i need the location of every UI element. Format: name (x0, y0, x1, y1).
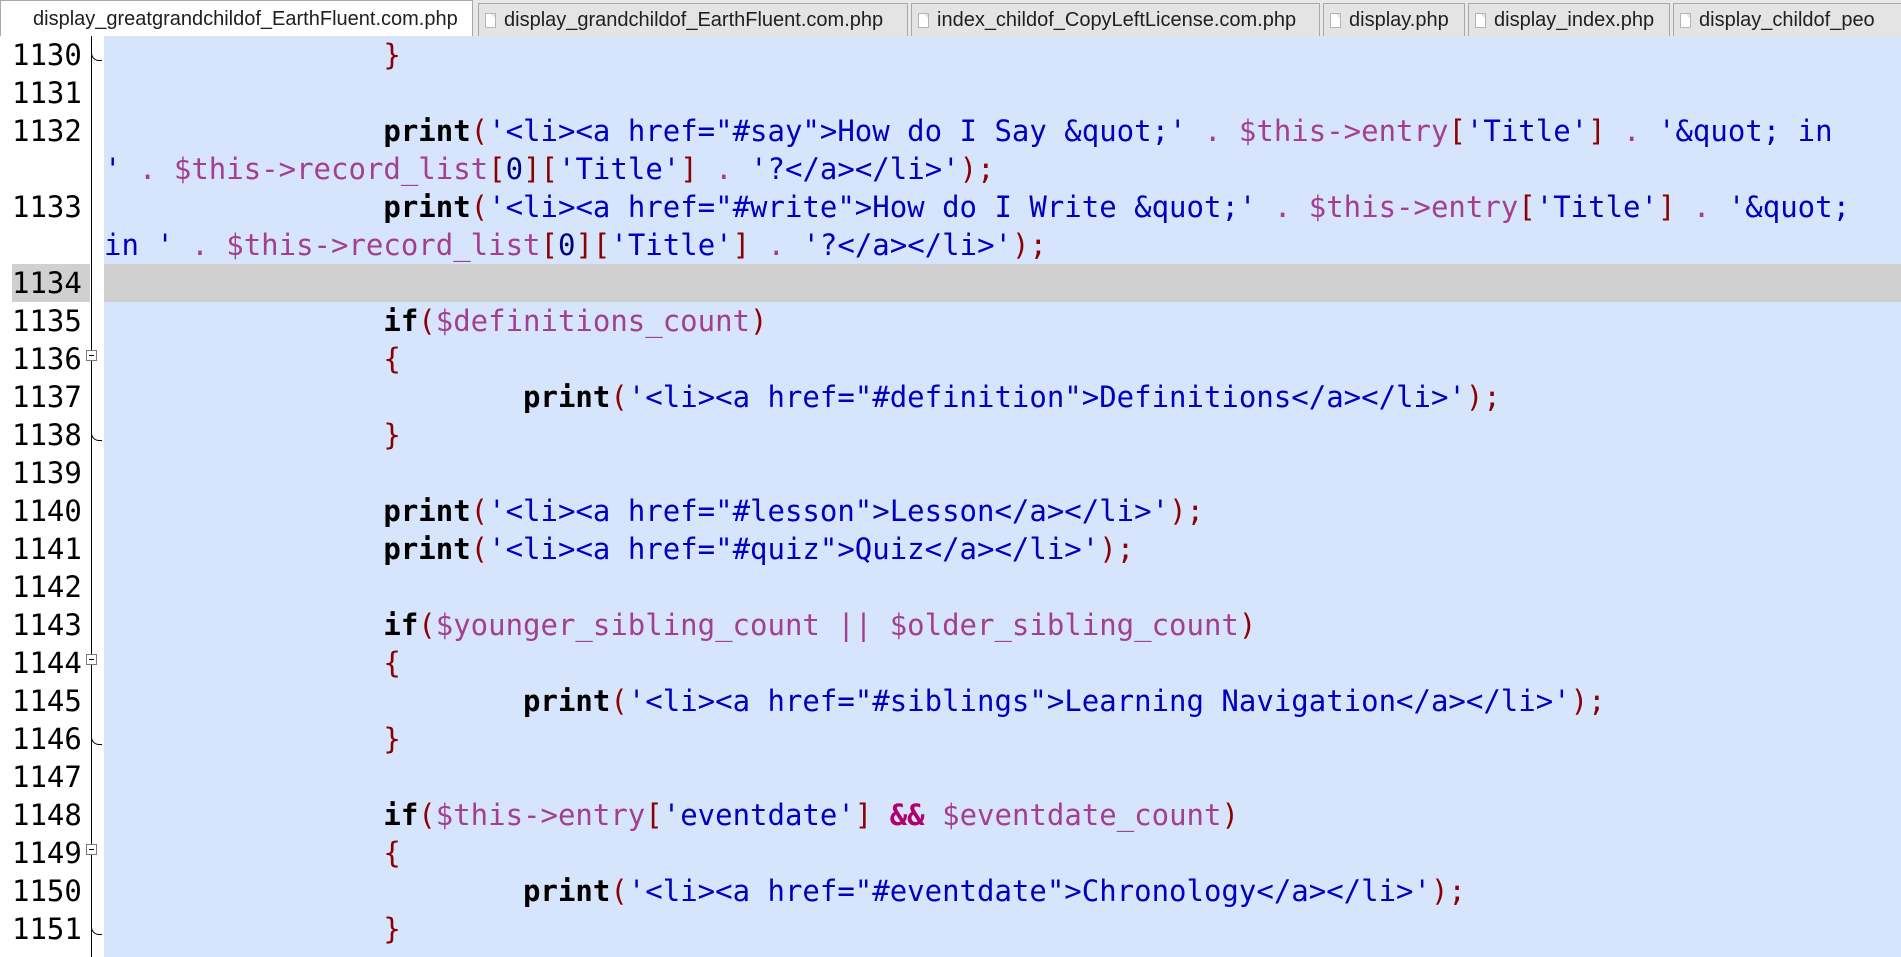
line-number: 1141 (12, 532, 82, 566)
line-number: 1139 (12, 456, 82, 490)
tab-index-childof-copyleftlicense[interactable]: index_childof_CopyLeftLicense.com.php (911, 3, 1320, 36)
tab-display-grandchildof-earthfluent[interactable]: display_grandchildof_EarthFluent.com.php (478, 3, 908, 36)
tab-label: index_childof_CopyLeftLicense.com.php (937, 8, 1297, 31)
fold-margin-line (91, 36, 92, 957)
tab-bar: display_greatgrandchildof_EarthFluent.co… (0, 0, 1901, 37)
tab-label: display.php (1349, 8, 1449, 31)
line-number: 1142 (12, 570, 82, 604)
line-number: 1135 (12, 304, 82, 338)
line-number: 1131 (12, 76, 82, 110)
fold-collapse-icon[interactable] (86, 350, 97, 361)
file-icon (1680, 12, 1691, 28)
line-number: 1137 (12, 380, 82, 414)
fold-collapse-icon[interactable] (86, 844, 97, 855)
code-line: if($definitions_count) (383, 304, 768, 338)
line-number: 1130 (12, 38, 82, 72)
tab-label: display_greatgrandchildof_EarthFluent.co… (33, 7, 458, 30)
tab-display-greatgrandchildof-earthfluent[interactable]: display_greatgrandchildof_EarthFluent.co… (0, 0, 473, 36)
code-line: print('<li><a href="#say">How do I Say &… (383, 114, 1833, 148)
tab-display[interactable]: display.php (1323, 3, 1465, 36)
code-line: { (383, 836, 401, 870)
line-number: 1133 (12, 190, 82, 224)
tab-display-childof-peo[interactable]: display_childof_peo (1673, 3, 1901, 36)
file-icon (918, 12, 929, 28)
code-line: print('<li><a href="#eventdate">Chronolo… (523, 874, 1466, 908)
code-line: if($younger_sibling_count || $older_sibl… (383, 608, 1257, 642)
line-number: 1132 (12, 114, 82, 148)
tab-label: display_grandchildof_EarthFluent.com.php (504, 8, 884, 31)
code-line-wrapped: in ' . $this->record_list[0]['Title'] . … (104, 228, 1047, 262)
code-line: { (383, 342, 401, 376)
code-line: if($this->entry['eventdate'] && $eventda… (383, 798, 1239, 832)
line-number: 1144 (12, 646, 82, 680)
fold-collapse-icon[interactable] (86, 654, 97, 665)
line-number: 1150 (12, 874, 82, 908)
line-number: 1149 (12, 836, 82, 870)
file-icon (485, 12, 496, 28)
code-line: { (383, 646, 401, 680)
tab-display-index[interactable]: display_index.php (1468, 3, 1670, 36)
line-number: 1148 (12, 798, 82, 832)
current-line-highlight (0, 264, 1901, 302)
line-number-gutter: 1130 1131 1132 1133 1134 1135 1136 1137 … (0, 36, 104, 957)
code-line: print('<li><a href="#write">How do I Wri… (383, 190, 1851, 224)
code-line: } (383, 418, 401, 452)
code-line: } (383, 38, 401, 72)
code-line-wrapped: ' . $this->record_list[0]['Title'] . '?<… (104, 152, 995, 186)
tab-label: display_childof_peo (1699, 8, 1875, 31)
code-line: print('<li><a href="#lesson">Lesson</a><… (383, 494, 1204, 528)
line-number: 1140 (12, 494, 82, 528)
line-number: 1151 (12, 912, 82, 946)
code-line: } (383, 722, 401, 756)
code-line: } (383, 912, 401, 946)
code-editor[interactable]: 1130 1131 1132 1133 1134 1135 1136 1137 … (0, 36, 1901, 957)
file-icon (1330, 12, 1341, 28)
code-line: print('<li><a href="#definition">Definit… (523, 380, 1501, 414)
code-line: print('<li><a href="#quiz">Quiz</a></li>… (383, 532, 1135, 566)
code-line: print('<li><a href="#siblings">Learning … (523, 684, 1606, 718)
line-number: 1143 (12, 608, 82, 642)
line-number: 1145 (12, 684, 82, 718)
tab-label: display_index.php (1494, 8, 1655, 31)
line-number: 1147 (12, 760, 82, 794)
line-number: 1136 (12, 342, 82, 376)
line-number: 1146 (12, 722, 82, 756)
line-number: 1138 (12, 418, 82, 452)
file-icon (1475, 12, 1486, 28)
line-number-current: 1134 (12, 264, 90, 302)
